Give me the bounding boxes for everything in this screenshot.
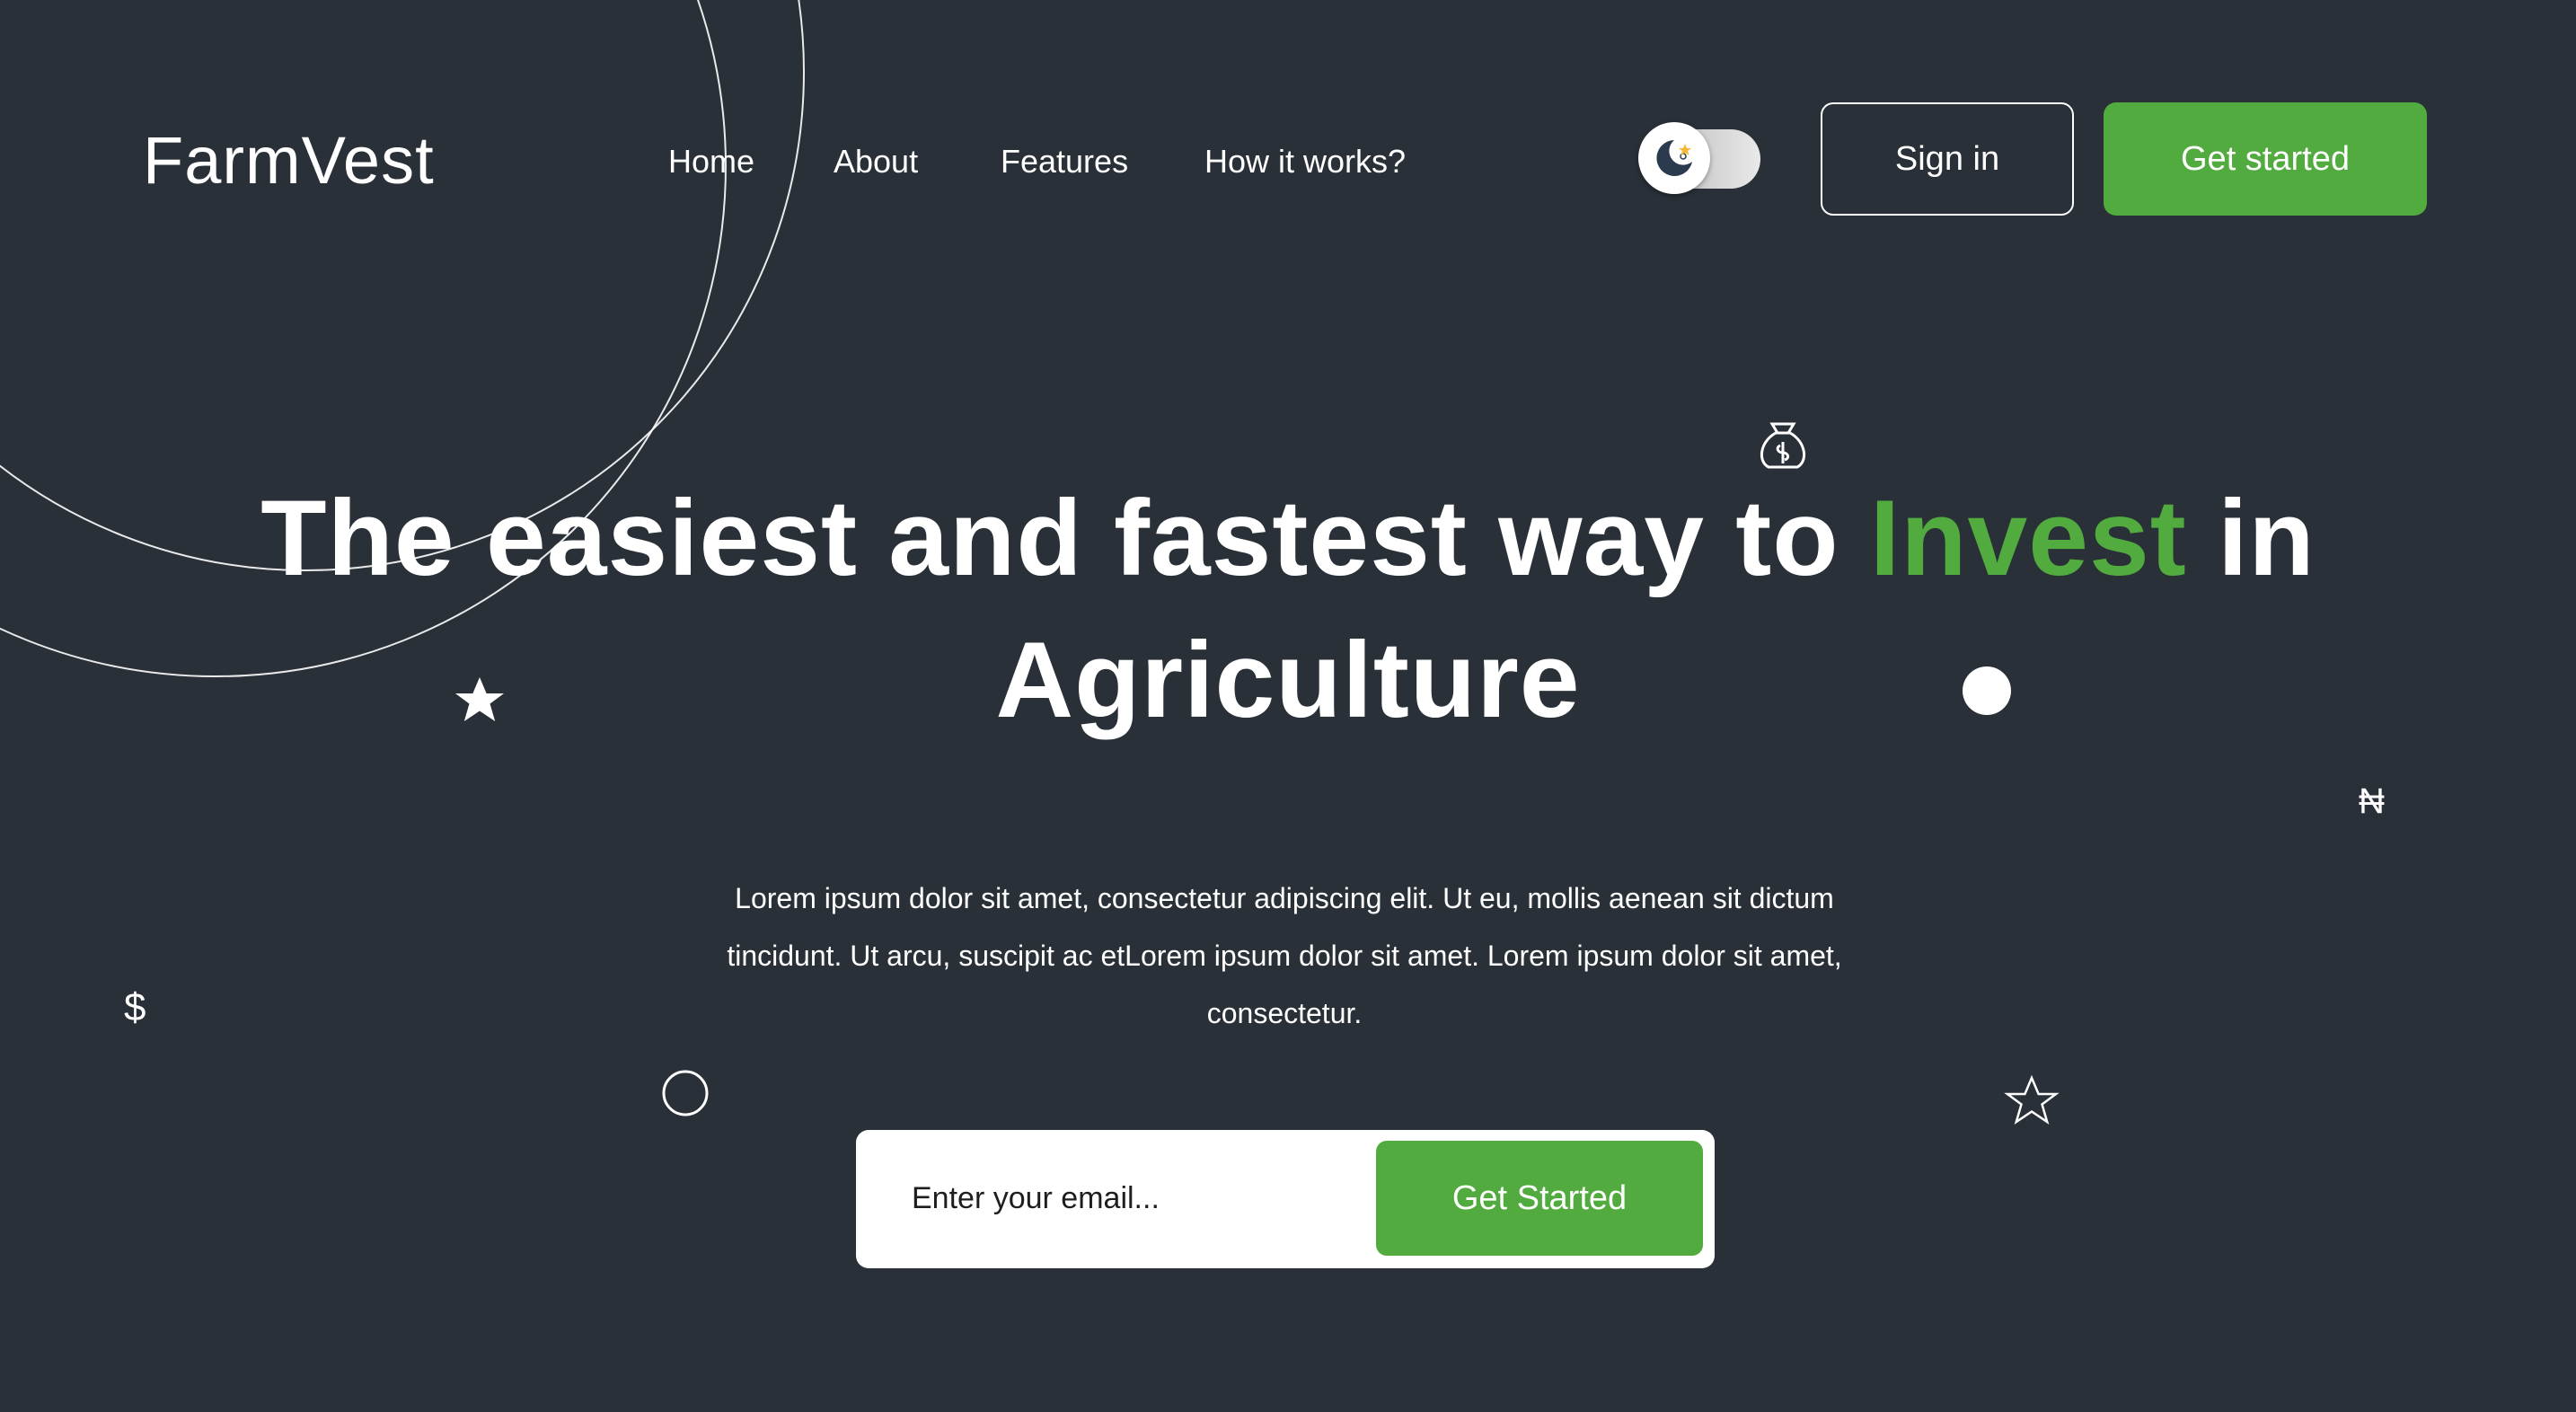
nav-item-how-it-works[interactable]: How it works? bbox=[1204, 135, 1406, 189]
hero-title-accent: Invest bbox=[1869, 478, 2187, 598]
naira-icon: ₦ bbox=[2359, 781, 2385, 821]
email-signup-form: Get Started bbox=[856, 1130, 1715, 1268]
moon-star-icon bbox=[1656, 140, 1692, 176]
get-started-button[interactable]: Get started bbox=[2104, 102, 2427, 216]
theme-toggle[interactable] bbox=[1638, 122, 1764, 198]
sign-in-button[interactable]: Sign in bbox=[1821, 102, 2074, 216]
hero-description: Lorem ipsum dolor sit amet, consectetur … bbox=[727, 882, 1842, 1029]
outline-circle-icon bbox=[662, 1070, 709, 1116]
money-bag-icon bbox=[1760, 422, 1805, 469]
hero-get-started-button[interactable]: Get Started bbox=[1376, 1141, 1703, 1256]
dollar-icon: $ bbox=[124, 985, 146, 1029]
email-input[interactable] bbox=[912, 1166, 1334, 1231]
brand-logo[interactable]: FarmVest bbox=[143, 120, 435, 201]
hero-title-part1: The easiest and fastest way to bbox=[260, 478, 1870, 598]
toggle-knob bbox=[1638, 122, 1710, 194]
nav-item-features[interactable]: Features bbox=[1001, 135, 1128, 189]
outline-star-icon bbox=[2004, 1074, 2060, 1125]
nav-item-about[interactable]: About bbox=[834, 135, 918, 189]
nav-item-home[interactable]: Home bbox=[668, 135, 754, 189]
hero-title: The easiest and fastest way to Invest in… bbox=[120, 467, 2456, 751]
